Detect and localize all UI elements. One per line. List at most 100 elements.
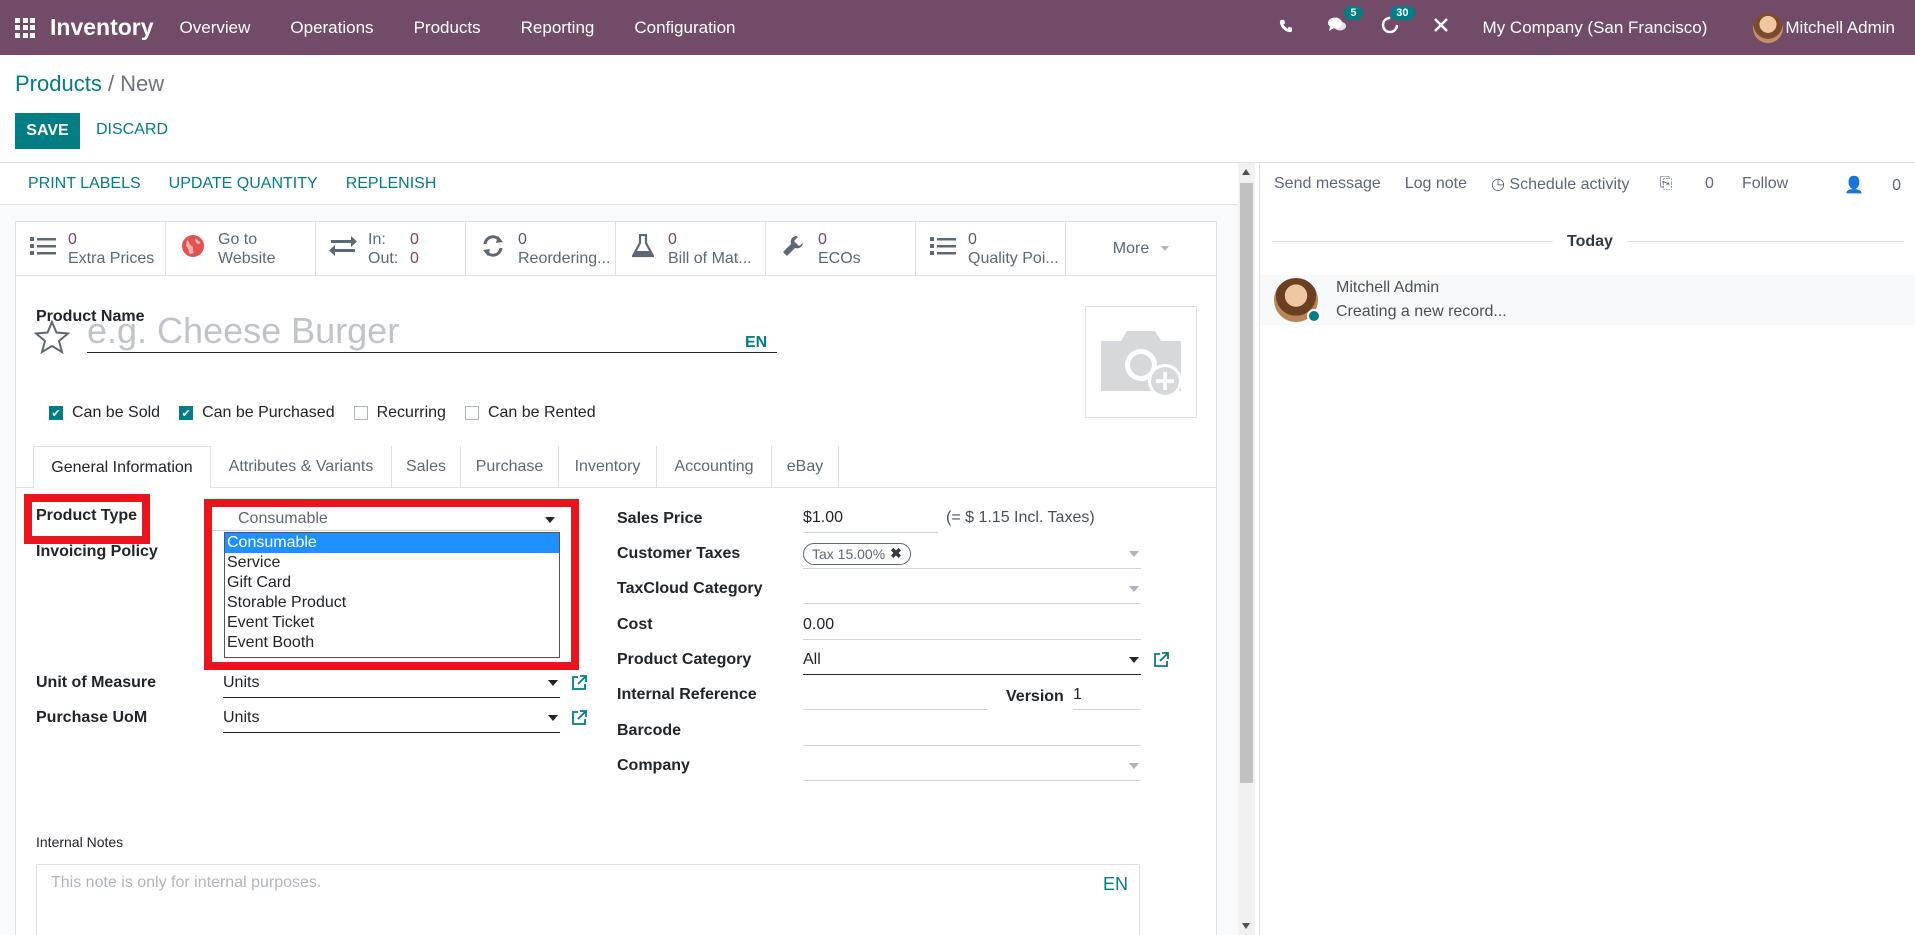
tab-sales[interactable]: Sales <box>392 446 461 488</box>
product-flags: ✔ Can be Sold ✔ Can be Purchased Recurring… <box>49 404 615 422</box>
followers-count: 0 <box>1892 177 1901 194</box>
scroll-down-icon[interactable] <box>1242 923 1250 929</box>
form-area: PRINT LABELS UPDATE QUANTITY REPLENISH 0… <box>0 163 1238 935</box>
bom-label: Bill of Mat... <box>668 250 752 267</box>
internal-notes-input[interactable]: This note is only for internal purposes.… <box>36 864 1140 935</box>
version-value: 1 <box>1073 685 1082 703</box>
reordering-button[interactable]: 0 Reordering... <box>466 222 616 276</box>
attachments-button[interactable]: ⎘ 0 <box>1632 175 1714 195</box>
unit-of-measure-label: Unit of Measure <box>36 674 157 691</box>
chatter-panel: Send message Log note ◷ Schedule activit… <box>1259 163 1915 935</box>
in-out-button[interactable]: In: 0 Out: 0 <box>316 222 466 276</box>
company-switcher[interactable]: My Company (San Francisco) <box>1483 18 1708 38</box>
remove-tag-icon[interactable]: ✖ <box>890 545 902 562</box>
internal-notes-placeholder: This note is only for internal purposes. <box>51 874 322 891</box>
messages-icon[interactable]: 5 <box>1327 5 1363 40</box>
internal-reference-input[interactable] <box>803 680 988 710</box>
product-name-language-button[interactable]: EN <box>745 334 767 352</box>
tab-accounting[interactable]: Accounting <box>657 446 772 488</box>
product-category-select[interactable]: All <box>803 645 1141 675</box>
form-statusbar: PRINT LABELS UPDATE QUANTITY REPLENISH <box>0 163 1238 205</box>
quality-points-button[interactable]: 0 Quality Poi... <box>916 222 1066 276</box>
list-icon <box>28 235 58 263</box>
log-note-button[interactable]: Log note <box>1405 175 1467 193</box>
scroll-up-icon[interactable] <box>1242 169 1250 175</box>
product-image-upload[interactable] <box>1085 306 1197 418</box>
followers-button[interactable]: 👤 0 <box>1816 175 1901 195</box>
print-labels-button[interactable]: PRINT LABELS <box>28 175 141 193</box>
activities-icon[interactable]: 30 <box>1381 5 1415 40</box>
tab-purchase[interactable]: Purchase <box>461 446 559 488</box>
purchase-uom-select[interactable]: Units <box>223 703 560 733</box>
apps-menu-icon[interactable] <box>0 0 50 55</box>
tab-attributes-variants[interactable]: Attributes & Variants <box>211 446 392 488</box>
menu-reporting[interactable]: Reporting <box>521 18 595 38</box>
can-be-rented-checkbox[interactable]: Can be Rented <box>464 404 596 422</box>
message-author: Mitchell Admin <box>1336 279 1440 296</box>
external-link-icon[interactable] <box>572 675 587 694</box>
follow-button[interactable]: Follow <box>1742 175 1788 195</box>
send-message-button[interactable]: Send message <box>1274 175 1381 193</box>
can-be-sold-checkbox[interactable]: ✔ Can be Sold <box>49 404 160 422</box>
discard-button[interactable]: DISCARD <box>96 121 168 139</box>
update-quantity-button[interactable]: UPDATE QUANTITY <box>169 175 318 193</box>
cost-input[interactable]: 0.00 <box>803 610 1141 640</box>
external-link-icon[interactable] <box>572 710 587 729</box>
extra-prices-label: Extra Prices <box>68 250 155 267</box>
notes-language-button[interactable]: EN <box>1103 874 1128 895</box>
star-icon[interactable] <box>33 319 71 360</box>
phone-icon[interactable] <box>1279 17 1293 39</box>
clock-icon: ◷ <box>1491 176 1510 193</box>
replenish-button[interactable]: REPLENISH <box>346 175 437 193</box>
more-label: More <box>1112 239 1150 257</box>
save-button[interactable]: SAVE <box>15 113 80 149</box>
menu-configuration[interactable]: Configuration <box>634 18 735 38</box>
taxcloud-category-select[interactable] <box>803 574 1141 604</box>
scrollbar-thumb[interactable] <box>1240 183 1253 783</box>
can-be-sold-label: Can be Sold <box>72 404 161 421</box>
barcode-input[interactable] <box>803 716 1141 746</box>
breadcrumb: Products / New <box>15 71 164 97</box>
user-avatar <box>1753 12 1784 43</box>
bill-of-materials-button[interactable]: 0 Bill of Mat... <box>616 222 766 276</box>
version-input[interactable]: 1 <box>1073 680 1141 710</box>
app-brand[interactable]: Inventory <box>50 14 154 41</box>
list-icon <box>928 235 958 263</box>
can-be-purchased-checkbox[interactable]: ✔ Can be Purchased <box>179 404 335 422</box>
user-icon: 👤 <box>1844 177 1865 194</box>
version-label: Version <box>1006 688 1064 705</box>
user-menu[interactable]: Mitchell Admin <box>1753 12 1895 43</box>
smart-button-box: 0 Extra Prices Go to Website In: 0 Out: 0 <box>16 222 1216 276</box>
breadcrumb-separator: / <box>101 71 121 96</box>
external-link-icon[interactable] <box>1154 652 1169 671</box>
recurring-checkbox[interactable]: Recurring <box>353 404 446 422</box>
product-category-label: Product Category <box>617 651 752 668</box>
tab-inventory[interactable]: Inventory <box>559 446 657 488</box>
sales-price-input[interactable]: $1.00 <box>803 503 938 533</box>
ecos-button[interactable]: 0 ECOs <box>766 222 916 276</box>
form-scrollbar[interactable] <box>1238 163 1255 935</box>
menu-operations[interactable]: Operations <box>290 18 373 38</box>
unit-of-measure-select[interactable]: Units <box>223 668 560 698</box>
tab-general-information[interactable]: General Information <box>33 446 211 489</box>
menu-products[interactable]: Products <box>414 18 481 38</box>
highlight-product-type-dropdown <box>204 499 579 670</box>
purchase-uom-value: Units <box>223 708 260 726</box>
chatter-message: Mitchell Admin Creating a new record... <box>1260 275 1915 325</box>
caret-down-icon <box>1129 763 1139 769</box>
breadcrumb-products[interactable]: Products <box>15 71 102 96</box>
product-category-value: All <box>803 650 821 668</box>
customer-taxes-input[interactable]: Tax 15.00% ✖ <box>803 539 1141 569</box>
reordering-label: Reordering... <box>518 250 611 267</box>
product-name-input[interactable]: e.g. Cheese Burger <box>87 310 777 353</box>
company-select[interactable] <box>803 751 1141 781</box>
tab-ebay[interactable]: eBay <box>772 446 839 488</box>
checkbox-empty-icon <box>464 406 479 420</box>
wrench-icon <box>778 234 808 265</box>
go-to-website-button[interactable]: Go to Website <box>166 222 316 276</box>
ecos-count: 0 <box>818 231 827 248</box>
extra-prices-button[interactable]: 0 Extra Prices <box>16 222 166 276</box>
menu-overview[interactable]: Overview <box>180 18 251 38</box>
more-button[interactable]: More <box>1066 222 1216 275</box>
debug-tools-icon[interactable] <box>1433 17 1449 39</box>
